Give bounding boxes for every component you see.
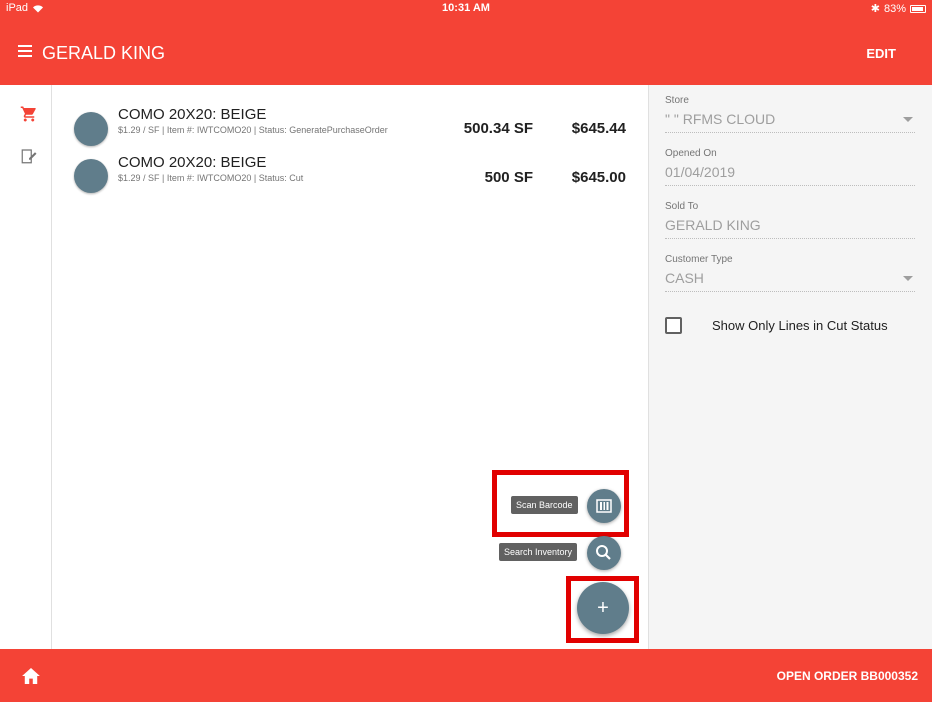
item-details: $1.29 / SF | Item #: IWTCOMO20 | Status:…: [118, 125, 388, 135]
search-inventory-button[interactable]: [587, 536, 621, 570]
sold-to-value: GERALD KING: [665, 217, 915, 239]
chevron-down-icon: [903, 117, 913, 122]
item-quantity: 500.34 SF: [463, 120, 533, 137]
avatar: [74, 112, 108, 146]
store-field[interactable]: Store " " RFMS CLOUD: [665, 95, 915, 133]
cart-icon[interactable]: [20, 105, 38, 123]
sold-to-label: Sold To: [665, 201, 699, 212]
chevron-down-icon: [903, 276, 913, 281]
opened-on-label: Opened On: [665, 148, 717, 159]
cut-status-label: Show Only Lines in Cut Status: [712, 318, 888, 333]
search-icon: [596, 545, 611, 560]
menu-icon[interactable]: [18, 45, 32, 57]
battery-percent: 83%: [883, 2, 906, 15]
item-name: COMO 20X20: BEIGE: [118, 154, 267, 171]
item-name: COMO 20X20: BEIGE: [118, 106, 267, 123]
edit-note-icon[interactable]: [20, 147, 38, 165]
left-rail: [0, 85, 52, 649]
customer-type-label: Customer Type: [665, 254, 733, 265]
item-price: $645.44: [571, 120, 626, 137]
customer-type-field[interactable]: Customer Type CASH: [665, 254, 915, 292]
scan-barcode-label[interactable]: Scan Barcode: [511, 496, 578, 514]
bottom-bar: OPEN ORDER BB000352: [0, 649, 932, 702]
add-fab-button[interactable]: +: [577, 582, 629, 634]
item-details: $1.29 / SF | Item #: IWTCOMO20 | Status:…: [118, 173, 304, 183]
app-bar: GERALD KING EDIT: [0, 18, 932, 85]
item-quantity: 500 SF: [484, 169, 533, 186]
list-item[interactable]: COMO 20X20: BEIGE $1.29 / SF | Item #: I…: [53, 99, 648, 146]
search-inventory-label[interactable]: Search Inventory: [499, 543, 578, 561]
battery-icon: [910, 4, 926, 13]
clock: 10:31 AM: [442, 2, 490, 14]
sold-to-field: Sold To GERALD KING: [665, 201, 915, 239]
item-price: $645.00: [571, 169, 626, 186]
store-value: " " RFMS CLOUD: [665, 111, 776, 127]
customer-type-value: CASH: [665, 270, 704, 286]
order-details-panel: Store " " RFMS CLOUD Opened On 01/04/201…: [648, 85, 932, 649]
line-items-list: COMO 20X20: BEIGE $1.29 / SF | Item #: I…: [53, 85, 648, 649]
edit-button[interactable]: EDIT: [866, 46, 896, 61]
cut-status-filter[interactable]: Show Only Lines in Cut Status: [665, 317, 888, 334]
order-number: OPEN ORDER BB000352: [776, 669, 918, 683]
opened-on-field: Opened On 01/04/2019: [665, 148, 915, 186]
cut-status-checkbox[interactable]: [665, 317, 682, 334]
store-label: Store: [665, 95, 689, 106]
home-icon[interactable]: [22, 668, 40, 684]
page-title: GERALD KING: [42, 43, 166, 63]
status-bar: iPad 10:31 AM ✱ 83%: [0, 0, 932, 18]
list-item[interactable]: COMO 20X20: BEIGE $1.29 / SF | Item #: I…: [53, 149, 648, 193]
bluetooth-icon: ✱: [870, 3, 880, 15]
avatar: [74, 159, 108, 193]
store-select[interactable]: " " RFMS CLOUD: [665, 111, 915, 133]
scan-barcode-button[interactable]: [587, 489, 621, 523]
customer-type-select[interactable]: CASH: [665, 270, 915, 292]
barcode-icon: [596, 499, 612, 513]
opened-on-value: 01/04/2019: [665, 164, 915, 186]
